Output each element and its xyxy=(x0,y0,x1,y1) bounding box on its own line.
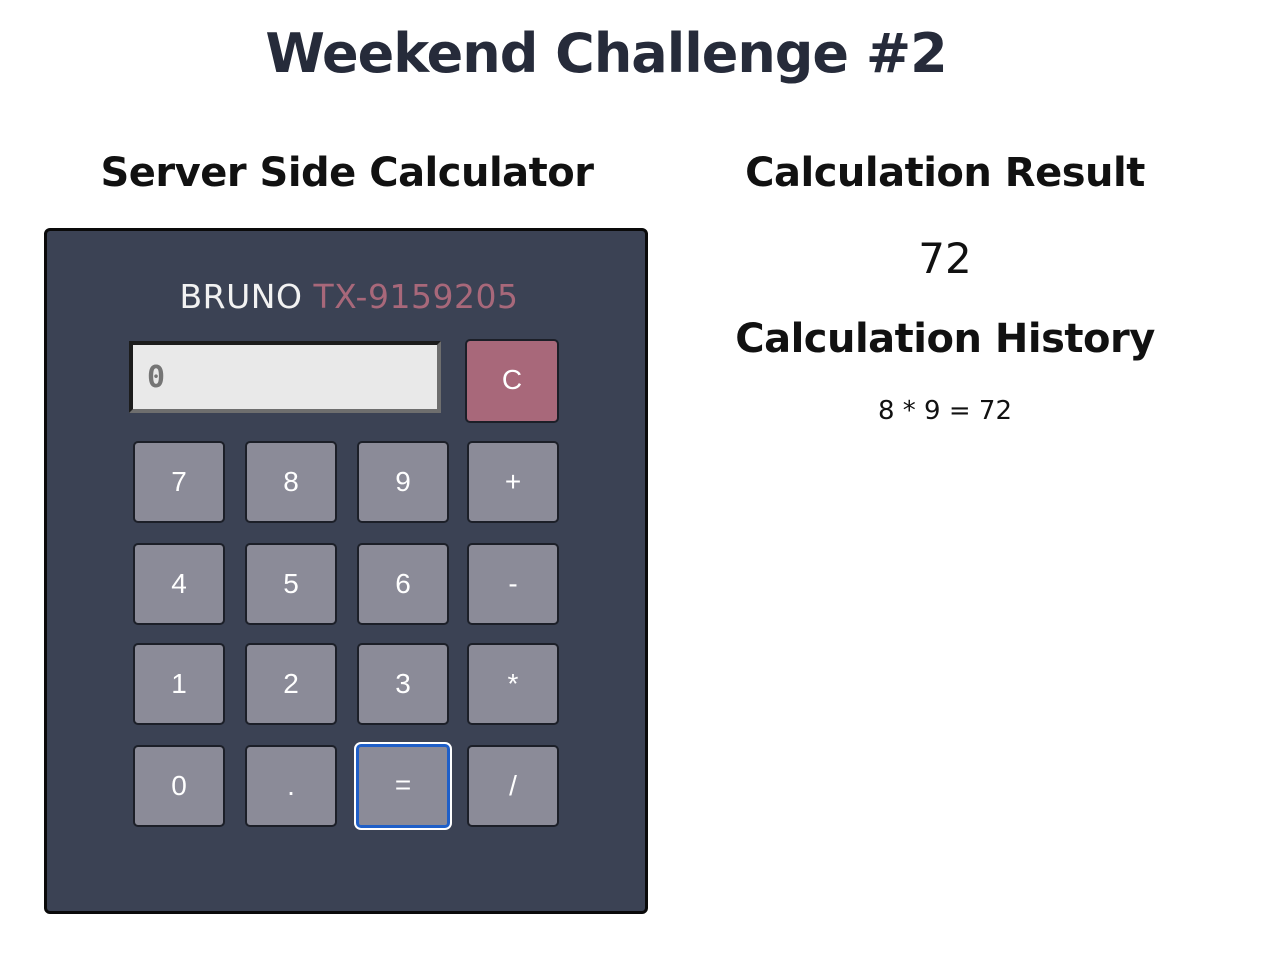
key-8-button[interactable]: 8 xyxy=(245,441,337,523)
page-title: Weekend Challenge #2 xyxy=(265,22,947,85)
key-6-button[interactable]: 6 xyxy=(357,543,449,625)
key-1-button[interactable]: 1 xyxy=(133,643,225,725)
clear-button[interactable]: C xyxy=(465,339,559,423)
subtract-button[interactable]: - xyxy=(467,543,559,625)
key-2-button[interactable]: 2 xyxy=(245,643,337,725)
history-heading: Calculation History xyxy=(735,316,1155,362)
decimal-button[interactable]: . xyxy=(245,745,337,827)
page: Weekend Challenge #2 Server Side Calcula… xyxy=(0,0,1286,966)
key-0-button[interactable]: 0 xyxy=(133,745,225,827)
history-item: 8 * 9 = 72 xyxy=(877,396,1012,426)
multiply-button[interactable]: * xyxy=(467,643,559,725)
divide-button[interactable]: / xyxy=(467,745,559,827)
brand-model: TX-9159205 xyxy=(313,277,519,316)
add-button[interactable]: + xyxy=(467,441,559,523)
calculator-display-input[interactable] xyxy=(129,341,441,413)
brand-name: BRUNO xyxy=(179,277,303,316)
equals-button[interactable]: = xyxy=(356,744,450,828)
key-3-button[interactable]: 3 xyxy=(357,643,449,725)
result-heading: Calculation Result xyxy=(745,150,1145,196)
key-5-button[interactable]: 5 xyxy=(245,543,337,625)
result-value: 72 xyxy=(918,234,972,283)
calculator-brand: BRUNO TX-9159205 xyxy=(47,277,651,316)
key-4-button[interactable]: 4 xyxy=(133,543,225,625)
key-7-button[interactable]: 7 xyxy=(133,441,225,523)
key-9-button[interactable]: 9 xyxy=(357,441,449,523)
calculator-heading: Server Side Calculator xyxy=(100,150,594,196)
history-list: 8 * 9 = 72 xyxy=(700,396,1190,426)
calculator-body: BRUNO TX-9159205 C 7 8 9 + 4 5 6 - 1 2 3… xyxy=(44,228,648,914)
